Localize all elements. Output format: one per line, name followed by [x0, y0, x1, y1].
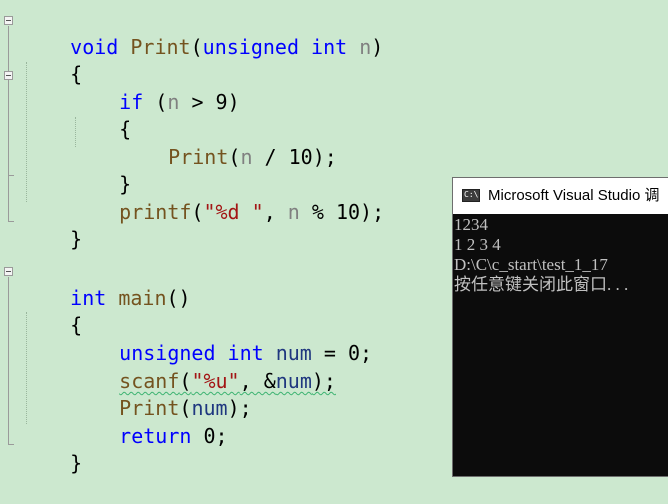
code-line-15[interactable]: } — [22, 423, 82, 475]
punctuation: ); — [227, 396, 252, 420]
code-line-6[interactable]: } — [71, 144, 131, 196]
debug-console-window[interactable]: C:\ Microsoft Visual Studio 调 1234 1 2 3… — [452, 177, 668, 477]
expression: > 9) — [179, 90, 240, 114]
fold-end-print — [8, 221, 14, 222]
keyword-int: int — [311, 35, 348, 59]
string-literal: "%d " — [203, 200, 264, 224]
parameter-n: n — [359, 35, 372, 59]
punctuation: () — [166, 286, 191, 310]
punctuation: ); — [311, 369, 336, 393]
punctuation: ( — [143, 90, 168, 114]
collapse-main-function-icon[interactable] — [4, 267, 13, 276]
fold-end-if — [8, 175, 14, 176]
code-line-3[interactable]: if (n > 9) — [71, 62, 239, 114]
console-output[interactable]: 1234 1 2 3 4 D:\C\c_start\test_1_17 按任意键… — [454, 215, 668, 295]
console-title: Microsoft Visual Studio 调 — [488, 187, 660, 204]
function-name-main: main — [118, 286, 167, 310]
expression: % 10); — [299, 200, 385, 224]
collapse-if-block-icon[interactable] — [4, 71, 13, 80]
expression: 0; — [191, 424, 228, 448]
collapse-print-function-icon[interactable] — [4, 16, 13, 25]
function-name-printf: printf — [119, 200, 192, 224]
close-brace: } — [70, 227, 83, 251]
code-line-2[interactable]: { — [22, 34, 82, 86]
console-output-line: 1234 — [454, 215, 488, 234]
console-output-line: 按任意键关闭此窗口. . . — [454, 275, 629, 294]
parameter-n: n — [287, 200, 300, 224]
code-line-11[interactable]: unsigned int num = 0; — [71, 313, 372, 365]
code-line-12[interactable]: scanf("%u", &num); — [71, 341, 336, 393]
punctuation: ( — [190, 35, 203, 59]
punctuation: ) — [371, 35, 384, 59]
code-line-14[interactable]: return 0; — [71, 396, 227, 448]
fold-end-main — [8, 444, 14, 445]
punctuation: ( — [228, 145, 241, 169]
punctuation: ( — [191, 200, 204, 224]
console-app-icon-label: C:\ — [464, 190, 479, 199]
close-brace: } — [70, 451, 83, 475]
function-name-print: Print — [130, 35, 191, 59]
variable-num: num — [275, 369, 312, 393]
code-line-8[interactable]: } — [22, 199, 82, 251]
function-name-print: Print — [168, 145, 229, 169]
code-line-5[interactable]: Print(n / 10); — [120, 117, 337, 169]
code-line-7[interactable]: printf("%d ", n % 10); — [71, 172, 384, 224]
code-line-13[interactable]: Print(num); — [71, 368, 251, 420]
code-line-10[interactable]: { — [22, 285, 82, 337]
console-output-line: 1 2 3 4 — [454, 235, 501, 254]
console-app-icon: C:\ — [462, 189, 480, 202]
fold-guide-main — [8, 277, 9, 445]
punctuation: , — [263, 200, 288, 224]
console-titlebar[interactable]: C:\ Microsoft Visual Studio 调 — [453, 178, 668, 214]
keyword-unsigned: unsigned — [202, 35, 299, 59]
code-line-1[interactable]: void Print(unsigned int n) — [22, 7, 383, 59]
expression: / 10); — [252, 145, 337, 169]
parameter-n: n — [240, 145, 253, 169]
console-output-line: D:\C\c_start\test_1_17 — [454, 255, 608, 274]
code-line-4[interactable]: { — [71, 89, 131, 141]
code-line-9[interactable]: int main() — [22, 258, 190, 310]
fold-guide-if — [8, 81, 9, 176]
keyword-return: return — [119, 424, 192, 448]
parameter-n: n — [167, 90, 180, 114]
